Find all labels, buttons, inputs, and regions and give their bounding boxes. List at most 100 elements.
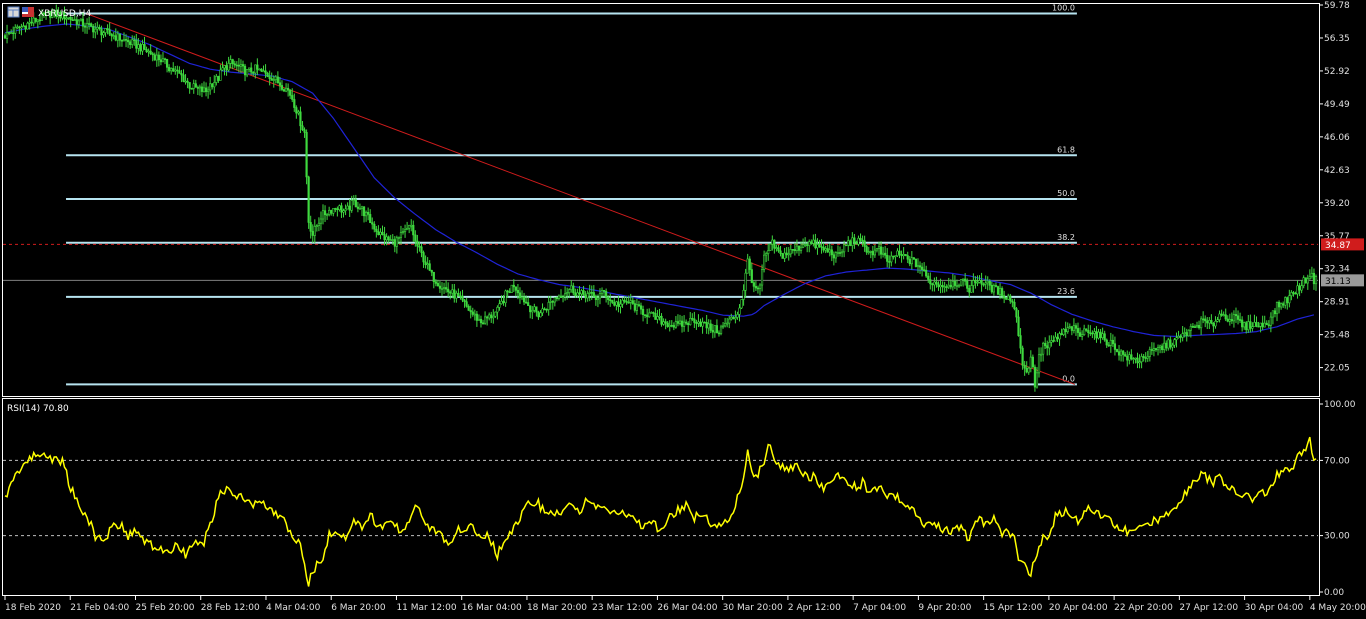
candle-body	[522, 296, 526, 303]
candle-body	[280, 85, 284, 90]
candle-body	[447, 288, 450, 293]
candle-body	[795, 245, 799, 251]
candle-body	[613, 302, 616, 306]
rsi-tick-label: 70.00	[1324, 456, 1350, 466]
candle-body	[375, 228, 378, 232]
candle-body	[293, 99, 296, 108]
candle-body	[1208, 320, 1211, 324]
candle-body	[781, 253, 784, 259]
candle-body	[1146, 356, 1149, 359]
candle-body	[385, 236, 388, 241]
rsi-level-lines	[3, 459, 1318, 537]
candle-body	[270, 78, 273, 81]
candle-body	[465, 301, 468, 307]
candle-body	[691, 318, 694, 320]
time-tick-label: 28 Feb 12:00	[201, 603, 260, 613]
candle-body	[801, 244, 805, 248]
candle-body	[1021, 347, 1024, 366]
candle-body	[920, 266, 924, 270]
candle-body	[697, 321, 700, 324]
candle-body	[767, 250, 770, 254]
trading-chart[interactable]: 100.061.850.038.223.60.0 XBRUSD,H4 RSI(1…	[0, 0, 1366, 619]
candle-body	[1298, 285, 1301, 291]
candle-body	[213, 82, 216, 88]
candle-body	[1117, 351, 1121, 356]
candle-body	[592, 292, 595, 297]
candle-body	[968, 288, 971, 293]
candle-body	[1265, 322, 1268, 326]
candle-body	[186, 80, 189, 83]
candle-body	[352, 199, 355, 202]
candle-body	[475, 313, 478, 321]
candle-body	[90, 23, 93, 27]
candle-body	[445, 287, 448, 290]
candle-body	[104, 28, 107, 33]
candle-body	[563, 293, 567, 298]
candle-body	[348, 205, 351, 211]
candle-body	[151, 53, 154, 56]
candle-body	[217, 75, 220, 81]
time-tick-label: 22 Apr 20:00	[1114, 603, 1173, 613]
candle-body	[459, 295, 462, 298]
candle-body	[1304, 277, 1307, 284]
candle-body	[656, 316, 659, 320]
candle-body	[1238, 319, 1242, 321]
candle-body	[133, 39, 136, 42]
fibonacci-level-label: 38.2	[1057, 233, 1075, 242]
candle-body	[1314, 276, 1318, 285]
candle-body	[477, 318, 481, 321]
candle-body	[939, 285, 942, 288]
time-tick-label: 27 Apr 12:00	[1179, 603, 1238, 613]
candle-body	[1085, 328, 1088, 331]
candle-body	[469, 310, 472, 313]
candle-body	[200, 86, 204, 92]
time-tick-label: 6 Mar 20:00	[331, 603, 386, 613]
candle-body	[379, 231, 382, 236]
candle-body	[412, 224, 415, 236]
candle-body	[845, 244, 848, 247]
candle-body	[849, 240, 852, 246]
price-lines	[3, 243, 1318, 281]
candle-body	[572, 285, 575, 294]
candle-body	[473, 313, 476, 316]
candle-body	[705, 321, 708, 329]
candle-body	[859, 237, 862, 241]
candle-body	[163, 58, 167, 61]
candle-body	[223, 65, 226, 69]
fibonacci-level-label: 100.0	[1052, 3, 1075, 12]
candle-body	[442, 287, 446, 289]
candle-body	[949, 284, 952, 288]
candle-body	[1031, 356, 1034, 368]
candle-body	[1204, 318, 1207, 322]
candle-body	[843, 244, 846, 253]
candle-body	[1158, 345, 1162, 348]
candle-body	[703, 321, 706, 324]
candle-body	[508, 291, 511, 294]
time-axis[interactable]: 18 Feb 2020 21 Feb 04:00 25 Feb 20:00 28 Fe…	[4, 596, 1366, 613]
candle-body	[1091, 332, 1094, 335]
candle-body	[717, 332, 721, 335]
candle-body	[1052, 340, 1055, 342]
candle-body	[1232, 314, 1236, 322]
candle-body	[278, 82, 282, 86]
candle-body	[830, 249, 833, 256]
candle-body	[1126, 355, 1129, 361]
candle-body	[1037, 354, 1041, 374]
candle-body	[594, 295, 597, 300]
candle-body	[340, 205, 343, 213]
fibonacci-retracement[interactable]: 100.061.850.038.223.60.0	[66, 3, 1077, 386]
candle-body	[1142, 356, 1145, 358]
price-axis[interactable]: 59.7856.3552.9249.4946.0642.6339.2035.77…	[1320, 1, 1350, 374]
candle-body	[1245, 322, 1248, 331]
candle-body	[631, 300, 634, 304]
price-pane-frame	[2, 3, 1320, 397]
candle-body	[1124, 354, 1127, 357]
candle-body	[561, 296, 565, 299]
candle-body	[810, 241, 813, 244]
candle-body	[145, 49, 148, 52]
candle-body	[518, 292, 522, 298]
candle-body	[262, 70, 265, 73]
candle-body	[547, 302, 550, 310]
candle-body	[882, 252, 885, 255]
candle-body	[957, 284, 961, 287]
